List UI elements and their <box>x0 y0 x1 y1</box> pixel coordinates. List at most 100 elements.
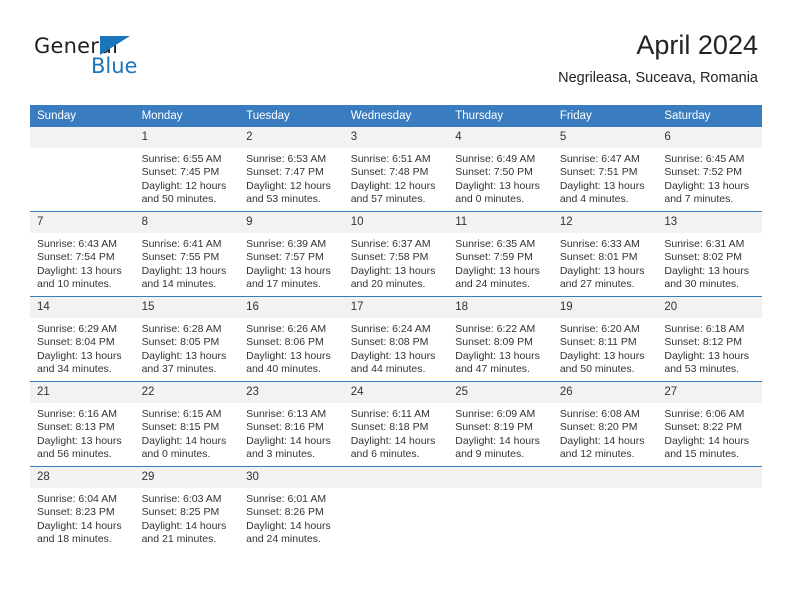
calendar-day-cell[interactable]: 11 Sunrise: 6:35 AM Sunset: 7:59 PM Dayligh… <box>448 211 553 297</box>
sunrise-text: Sunrise: 6:55 AM <box>141 153 222 165</box>
sunset-text: Sunset: 8:23 PM <box>37 506 115 519</box>
day-cell-inner: 7 Sunrise: 6:43 AM Sunset: 7:54 PM Daylight… <box>30 212 135 296</box>
day-number: 21 <box>30 382 135 403</box>
sunset-text: Sunset: 7:57 PM <box>246 251 324 264</box>
weekday-header-wednesday: Wednesday <box>343 105 449 127</box>
day-cell-inner: 12 Sunrise: 6:33 AM Sunset: 8:01 PM Dayligh… <box>552 212 658 296</box>
day-cell-inner: 4 Sunrise: 6:49 AM Sunset: 7:50 PM Daylight… <box>448 127 553 211</box>
day-sun-info: Sunrise: 6:28 AM Sunset: 8:05 PM Daylight:… <box>135 318 240 377</box>
sunset-text: Sunset: 8:05 PM <box>141 336 220 349</box>
daylight-text-line1: Daylight: 13 hours <box>37 349 122 362</box>
sunset-text: Sunset: 7:45 PM <box>141 166 220 179</box>
day-cell-inner: 21 Sunrise: 6:16 AM Sunset: 8:13 PM Dayligh… <box>30 382 135 466</box>
daylight-text-line2: and 53 minutes. <box>664 363 740 376</box>
sunrise-text: Sunrise: 6:08 AM <box>559 408 640 420</box>
sunrise-text: Sunrise: 6:49 AM <box>455 153 536 165</box>
calendar-day-cell[interactable]: 26 Sunrise: 6:08 AM Sunset: 8:20 PM Dayligh… <box>552 381 658 467</box>
daylight-text-line2: and 17 minutes. <box>246 278 321 291</box>
sunrise-text: Sunrise: 6:28 AM <box>141 323 222 335</box>
day-number: 11 <box>448 212 553 233</box>
calendar-day-cell[interactable]: 12 Sunrise: 6:33 AM Sunset: 8:01 PM Dayligh… <box>552 211 658 297</box>
calendar-week-row: 14 Sunrise: 6:29 AM Sunset: 8:04 PM Dayligh… <box>30 296 762 382</box>
day-number: 3 <box>343 127 449 148</box>
sunrise-text: Sunrise: 6:11 AM <box>350 408 430 420</box>
calendar-day-cell[interactable]: 18 Sunrise: 6:22 AM Sunset: 8:09 PM Dayligh… <box>448 296 553 382</box>
calendar-day-cell[interactable]: 28 Sunrise: 6:04 AM Sunset: 8:23 PM Dayligh… <box>30 466 135 551</box>
calendar-day-cell[interactable]: 8 Sunrise: 6:41 AM Sunset: 7:55 PM Daylight… <box>134 211 240 297</box>
daylight-text-line1: Daylight: 13 hours <box>559 264 645 277</box>
daylight-text-line2: and 44 minutes. <box>350 363 426 376</box>
day-number: 27 <box>657 382 762 403</box>
day-sun-info: Sunrise: 6:41 AM Sunset: 7:55 PM Daylight:… <box>135 233 240 292</box>
calendar-day-cell[interactable]: 7 Sunrise: 6:43 AM Sunset: 7:54 PM Daylight… <box>30 211 135 297</box>
day-sun-info: Sunrise: 6:39 AM Sunset: 7:57 PM Daylight:… <box>239 233 344 292</box>
daylight-text-line2: and 12 minutes. <box>559 448 635 461</box>
day-number: 7 <box>30 212 135 233</box>
sunrise-text: Sunrise: 6:16 AM <box>37 408 117 420</box>
calendar-day-cell[interactable]: 21 Sunrise: 6:16 AM Sunset: 8:13 PM Dayligh… <box>30 381 135 467</box>
calendar-day-cell[interactable]: 15 Sunrise: 6:28 AM Sunset: 8:05 PM Dayligh… <box>134 296 240 382</box>
day-sun-info: Sunrise: 6:49 AM Sunset: 7:50 PM Daylight:… <box>448 148 553 207</box>
day-number: 25 <box>448 382 553 403</box>
day-number: 4 <box>448 127 553 148</box>
calendar-day-cell[interactable]: 30 Sunrise: 6:01 AM Sunset: 8:26 PM Dayligh… <box>239 466 344 551</box>
day-sun-info: Sunrise: 6:53 AM Sunset: 7:47 PM Daylight:… <box>239 148 344 207</box>
daylight-text-line1: Daylight: 13 hours <box>141 264 227 277</box>
calendar-body: 1 Sunrise: 6:55 AM Sunset: 7:45 PM Daylight… <box>30 127 762 551</box>
calendar-day-cell[interactable]: 5 Sunrise: 6:47 AM Sunset: 7:51 PM Daylight… <box>552 127 658 212</box>
calendar-day-cell[interactable]: 3 Sunrise: 6:51 AM Sunset: 7:48 PM Daylight… <box>343 127 449 212</box>
brand-logo[interactable]: General Blue <box>34 34 254 90</box>
calendar-day-cell[interactable]: 4 Sunrise: 6:49 AM Sunset: 7:50 PM Daylight… <box>448 127 553 212</box>
location-subtitle: Negrileasa, Suceava, Romania <box>558 70 758 86</box>
day-number: 1 <box>134 127 240 148</box>
calendar-day-cell[interactable]: 10 Sunrise: 6:37 AM Sunset: 7:58 PM Dayligh… <box>343 211 449 297</box>
day-number: 19 <box>552 297 658 318</box>
sunrise-text: Sunrise: 6:04 AM <box>37 493 117 505</box>
day-number: 8 <box>134 212 240 233</box>
sunrise-text: Sunrise: 6:35 AM <box>455 238 536 250</box>
calendar-day-cell[interactable]: 25 Sunrise: 6:09 AM Sunset: 8:19 PM Dayligh… <box>448 381 553 467</box>
daylight-text-line1: Daylight: 13 hours <box>350 349 436 362</box>
calendar-day-cell[interactable]: 23 Sunrise: 6:13 AM Sunset: 8:16 PM Dayligh… <box>239 381 344 467</box>
sunset-text: Sunset: 8:11 PM <box>559 336 637 349</box>
calendar-cell-empty <box>30 127 135 212</box>
calendar-day-cell[interactable]: 2 Sunrise: 6:53 AM Sunset: 7:47 PM Daylight… <box>239 127 344 212</box>
sunset-text: Sunset: 8:26 PM <box>246 506 324 519</box>
day-cell-inner: 25 Sunrise: 6:09 AM Sunset: 8:19 PM Dayligh… <box>448 382 553 466</box>
daylight-text-line1: Daylight: 13 hours <box>455 264 540 277</box>
day-number: 15 <box>134 297 240 318</box>
day-cell-inner: 2 Sunrise: 6:53 AM Sunset: 7:47 PM Daylight… <box>239 127 344 211</box>
sunrise-text: Sunrise: 6:01 AM <box>246 493 327 505</box>
weekday-header-friday: Friday <box>552 105 658 127</box>
day-sun-info: Sunrise: 6:43 AM Sunset: 7:54 PM Daylight:… <box>30 233 135 292</box>
calendar-day-cell[interactable]: 27 Sunrise: 6:06 AM Sunset: 8:22 PM Dayligh… <box>657 381 762 467</box>
weekday-header-thursday: Thursday <box>448 105 553 127</box>
calendar-day-cell[interactable]: 29 Sunrise: 6:03 AM Sunset: 8:25 PM Dayligh… <box>134 466 240 551</box>
daylight-text-line1: Daylight: 12 hours <box>350 179 436 192</box>
day-number: 13 <box>657 212 762 233</box>
day-cell-inner: 22 Sunrise: 6:15 AM Sunset: 8:15 PM Dayligh… <box>134 382 240 466</box>
calendar-day-cell[interactable]: 1 Sunrise: 6:55 AM Sunset: 7:45 PM Daylight… <box>134 127 240 212</box>
daylight-text-line2: and 24 minutes. <box>246 533 321 546</box>
day-cell-inner: 17 Sunrise: 6:24 AM Sunset: 8:08 PM Dayligh… <box>343 297 449 381</box>
sunrise-text: Sunrise: 6:15 AM <box>141 408 222 420</box>
calendar-day-cell[interactable]: 20 Sunrise: 6:18 AM Sunset: 8:12 PM Dayligh… <box>657 296 762 382</box>
daylight-text-line2: and 34 minutes. <box>37 363 112 376</box>
calendar-day-cell[interactable]: 17 Sunrise: 6:24 AM Sunset: 8:08 PM Dayligh… <box>343 296 449 382</box>
calendar-day-cell[interactable]: 6 Sunrise: 6:45 AM Sunset: 7:52 PM Daylight… <box>657 127 762 212</box>
day-number: 12 <box>552 212 658 233</box>
sunset-text: Sunset: 8:04 PM <box>37 336 115 349</box>
day-cell-inner: 6 Sunrise: 6:45 AM Sunset: 7:52 PM Daylight… <box>657 127 762 211</box>
sunrise-text: Sunrise: 6:09 AM <box>455 408 536 420</box>
calendar-day-cell[interactable]: 24 Sunrise: 6:11 AM Sunset: 8:18 PM Dayligh… <box>343 381 449 467</box>
calendar-day-cell[interactable]: 22 Sunrise: 6:15 AM Sunset: 8:15 PM Dayligh… <box>134 381 240 467</box>
calendar-day-cell[interactable]: 9 Sunrise: 6:39 AM Sunset: 7:57 PM Daylight… <box>239 211 344 297</box>
calendar-day-cell[interactable]: 16 Sunrise: 6:26 AM Sunset: 8:06 PM Dayligh… <box>239 296 344 382</box>
day-sun-info: Sunrise: 6:26 AM Sunset: 8:06 PM Daylight:… <box>239 318 344 377</box>
calendar-day-cell[interactable]: 14 Sunrise: 6:29 AM Sunset: 8:04 PM Dayligh… <box>30 296 135 382</box>
calendar-cell-empty <box>343 466 449 551</box>
calendar-day-cell[interactable]: 19 Sunrise: 6:20 AM Sunset: 8:11 PM Dayligh… <box>552 296 658 382</box>
daylight-text-line1: Daylight: 14 hours <box>37 519 122 532</box>
calendar-day-cell[interactable]: 13 Sunrise: 6:31 AM Sunset: 8:02 PM Dayligh… <box>657 211 762 297</box>
day-number: 24 <box>343 382 449 403</box>
